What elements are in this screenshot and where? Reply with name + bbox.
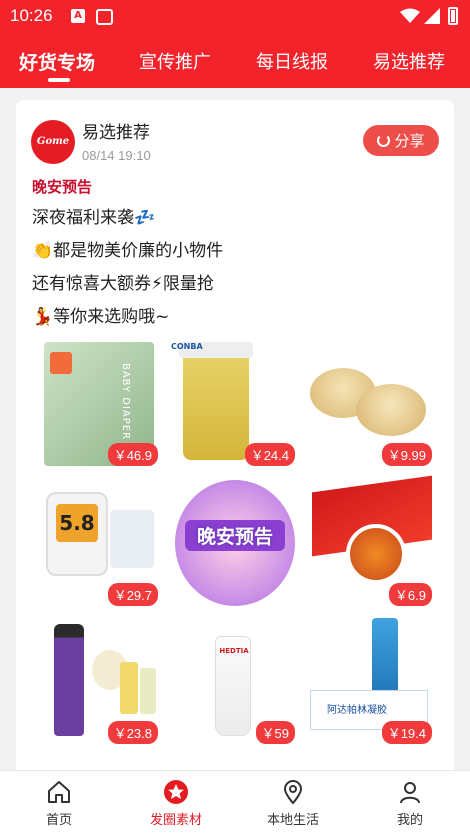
share-icon <box>377 134 391 147</box>
price-tag: ￥24.4 <box>244 443 295 466</box>
product-vitamin[interactable]: CONBA ￥24.4 <box>169 340 295 466</box>
post-card: Gome 易选推荐 08/14 19:10 分享 晚安预告 深夜福利来袭💤 👏都… <box>16 100 454 790</box>
product-diaper[interactable]: BABY DIAPER ￥46.9 <box>32 340 158 466</box>
product-image: HEDTIA <box>215 636 251 736</box>
tab-daily-news[interactable]: 每日线报 <box>256 48 328 74</box>
tab-recommend[interactable]: 易选推荐 <box>373 48 445 74</box>
post-line: 💃等你来选购哦~ <box>32 307 170 327</box>
nav-label: 本地生活 <box>266 813 319 828</box>
price-tag: ￥46.9 <box>107 443 158 466</box>
price-tag: ￥29.7 <box>107 583 158 606</box>
publisher-name: 易选推荐 <box>82 123 150 143</box>
price-tag: ￥19.4 <box>381 721 432 744</box>
nav-local-life[interactable]: 本地生活 <box>253 779 333 828</box>
share-button[interactable]: 分享 <box>363 125 439 156</box>
brand-text: CONBA <box>171 342 203 351</box>
clock: 10:26 <box>10 6 53 25</box>
poster-text: 晚安预告 <box>185 520 285 551</box>
signal-icon <box>424 8 440 24</box>
wifi-icon <box>400 8 420 23</box>
product-image <box>346 524 406 584</box>
price-tag: ￥59 <box>255 721 295 744</box>
price-tag: ￥6.9 <box>388 583 432 606</box>
price-tag: ￥9.99 <box>381 443 432 466</box>
product-image: 5.8 <box>46 492 108 576</box>
brand-text: HEDTIA <box>219 647 249 655</box>
nav-mine[interactable]: 我的 <box>370 779 450 828</box>
nav-materials[interactable]: 发圈素材 <box>136 779 216 828</box>
display-text: 5.8 <box>56 504 98 542</box>
bottom-nav: 首页 发圈素材 本地生活 我的 <box>0 770 470 835</box>
nav-label: 发圈素材 <box>149 813 202 828</box>
tab-good-goods[interactable]: 好货专场 <box>19 48 95 75</box>
product-image <box>110 510 154 568</box>
product-image <box>54 624 84 736</box>
price-tag: ￥23.8 <box>107 721 158 744</box>
bag-icon <box>96 9 113 25</box>
product-image: 晚安预告 <box>175 480 295 606</box>
product-hair-care[interactable]: ￥23.8 <box>32 618 158 744</box>
active-tab-indicator <box>48 78 70 82</box>
product-poster[interactable]: 晚安预告 <box>169 480 295 606</box>
box-text: 阿达帕林凝胶 <box>327 705 387 716</box>
share-label: 分享 <box>394 132 425 150</box>
product-image <box>356 384 426 436</box>
status-bar: 10:26 A <box>0 0 470 34</box>
product-image <box>179 342 253 460</box>
location-icon <box>283 780 303 805</box>
post-line: 👏都是物美价廉的小物件 <box>32 241 224 261</box>
post-line: 深夜福利来袭💤 <box>32 208 156 228</box>
product-cleanser[interactable]: HEDTIA ￥59 <box>169 618 295 744</box>
product-seasoning[interactable]: ￥6.9 <box>306 475 432 606</box>
a-icon: A <box>71 9 85 23</box>
nav-label: 我的 <box>396 813 423 828</box>
nav-home[interactable]: 首页 <box>19 779 99 828</box>
avatar[interactable]: Gome <box>31 120 75 164</box>
nav-label: 首页 <box>45 813 72 828</box>
product-pastry[interactable]: ￥9.99 <box>306 340 432 466</box>
star-badge-icon <box>164 780 188 804</box>
product-ointment[interactable]: 阿达帕林凝胶 ￥19.4 <box>306 618 432 744</box>
brand-text: BABY DIAPER <box>119 362 131 441</box>
product-glucose-meter[interactable]: 5.8 ￥29.7 <box>32 480 158 606</box>
product-image <box>140 668 156 714</box>
battery-icon <box>448 7 458 25</box>
user-icon <box>400 782 420 804</box>
product-image <box>120 662 138 714</box>
top-tab-bar: 好货专场 宣传推广 每日线报 易选推荐 <box>0 34 470 88</box>
tab-promotion[interactable]: 宣传推广 <box>139 48 211 74</box>
post-title: 晚安预告 <box>32 178 93 196</box>
post-date: 08/14 19:10 <box>82 148 151 163</box>
home-icon <box>48 781 70 803</box>
post-line: 还有惊喜大额券⚡限量抢 <box>32 274 214 294</box>
